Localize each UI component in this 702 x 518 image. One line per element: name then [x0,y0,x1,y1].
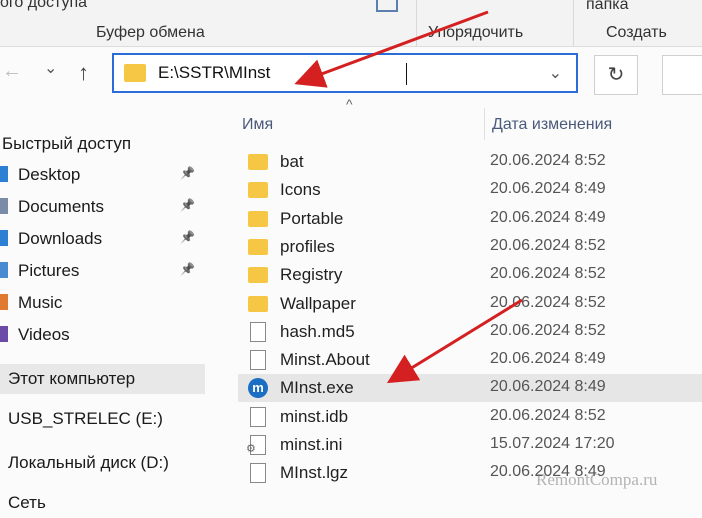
up-arrow-icon[interactable]: ↑ [78,60,89,86]
pin-icon: 📌 [180,166,195,180]
sidebar-item-documents[interactable]: Documents 📌 [0,192,205,222]
watermark: RemontCompa.ru [536,470,658,489]
sidebar-item-label: Videos [18,325,70,344]
properties-icon[interactable] [376,0,398,12]
file-name: Registry [280,265,343,285]
ribbon: ого доступа Буфер обмена Упорядочить пап… [0,0,702,47]
file-name: MInst.lgz [280,463,349,483]
file-name: MInst.exe [280,378,354,398]
file-row[interactable]: bat 20.06.2024 8:52 [238,148,702,176]
file-row[interactable]: Icons 20.06.2024 8:49 [238,176,702,204]
file-date-modified: 20.06.2024 8:49 [490,208,606,226]
sidebar-item-usb-drive[interactable]: USB_STRELEC (E:) [0,404,205,434]
file-name: Wallpaper [280,293,356,313]
sidebar-item-pictures[interactable]: Pictures 📌 [0,256,205,286]
file-row[interactable]: m MInst.exe 20.06.2024 8:49 [238,374,702,403]
pin-icon: 📌 [180,230,195,244]
address-bar[interactable]: E:\SSTR\MInst ⌄ [112,53,578,93]
folder-icon [248,238,268,255]
file-name: profiles [280,236,335,256]
file-date-modified: 20.06.2024 8:52 [490,406,606,424]
folder-icon [248,154,268,170]
documents-icon [0,198,8,214]
column-header-date[interactable]: Дата изменения [492,116,612,134]
sidebar-item-this-pc[interactable]: Этот компьютер [0,364,205,394]
column-header-name[interactable]: Имя [242,116,273,134]
folder-icon [124,64,146,82]
file-date-modified: 20.06.2024 8:49 [490,378,606,396]
column-divider[interactable] [484,108,485,140]
file-name: minst.ini [280,435,343,454]
folder-icon [248,267,268,284]
folder-icon [248,182,268,199]
downloads-icon [0,230,8,246]
file-date-modified: 20.06.2024 8:52 [490,293,606,311]
folder-icon [248,295,268,312]
sidebar-item-network[interactable]: Сеть [0,488,205,518]
file-row[interactable]: profiles 20.06.2024 8:52 [238,233,702,261]
recent-locations-chevron-icon[interactable]: ⌄ [44,58,57,78]
sidebar-item-label: Desktop [18,165,81,184]
file-row[interactable]: Registry 20.06.2024 8:52 [238,261,702,289]
file-row[interactable]: minst.idb 20.06.2024 8:52 [238,403,702,431]
sidebar-item-videos[interactable]: Videos [0,320,205,350]
settings-file-icon [246,435,266,455]
sidebar-item-label: Downloads [18,229,103,248]
sidebar-item-music[interactable]: Music [0,288,205,318]
ribbon-group-organize: Упорядочить [428,24,524,41]
text-cursor [406,63,407,85]
file-row[interactable]: hash.md5 20.06.2024 8:52 [238,318,702,346]
videos-icon [0,326,8,342]
desktop-icon [0,166,8,182]
file-row[interactable]: Wallpaper 20.06.2024 8:52 [238,290,702,318]
pin-icon: 📌 [180,262,195,276]
file-name: hash.md5 [280,321,355,341]
back-arrow-icon[interactable]: ← [2,60,22,83]
file-date-modified: 20.06.2024 8:49 [490,350,606,368]
sidebar-item-local-disk[interactable]: Локальный диск (D:) [0,448,205,478]
sidebar-quick-access[interactable]: Быстрый доступ [2,134,131,154]
file-date-modified: 20.06.2024 8:52 [490,321,606,339]
file-date-modified: 20.06.2024 8:52 [490,152,606,169]
file-name: bat [280,152,304,171]
file-date-modified: 20.06.2024 8:52 [490,265,606,283]
ribbon-group-clipboard: Буфер обмена [96,24,205,41]
file-row[interactable]: minst.ini 15.07.2024 17:20 [238,431,702,459]
sidebar-item-label: Music [18,293,63,312]
file-icon [250,350,266,371]
address-dropdown-chevron-icon[interactable]: ⌄ [549,63,562,83]
file-date-modified: 15.07.2024 17:20 [490,435,615,452]
refresh-button[interactable]: ↻ [594,55,638,95]
file-row[interactable]: Minst.About 20.06.2024 8:49 [238,346,702,374]
address-path[interactable]: E:\SSTR\MInst [158,63,270,83]
sidebar-item-label: Pictures [18,261,80,280]
application-icon: m [248,378,268,399]
new-folder-button[interactable]: папка [586,0,628,14]
file-date-modified: 20.06.2024 8:49 [490,180,606,198]
file-name: Minst.About [280,350,370,370]
sidebar-item-downloads[interactable]: Downloads 📌 [0,224,205,254]
file-name: Icons [280,180,321,200]
ribbon-group-create: Создать [606,24,667,41]
pictures-icon [0,262,8,278]
pin-icon: 📌 [180,198,195,212]
music-icon [0,294,8,310]
folder-icon [248,210,268,227]
search-input[interactable] [662,55,702,95]
sidebar-item-desktop[interactable]: Desktop 📌 [0,160,205,190]
file-icon [250,321,266,342]
file-date-modified: 20.06.2024 8:52 [490,236,606,254]
file-icon [250,406,266,427]
sort-indicator-icon: ^ [346,96,353,112]
file-icon [250,463,266,484]
file-name: Portable [280,208,344,228]
sidebar-item-label: Documents [18,197,104,216]
file-row[interactable]: Portable 20.06.2024 8:49 [238,205,702,233]
file-name: minst.idb [280,406,349,426]
ribbon-quick-access-partial[interactable]: ого доступа [0,0,87,12]
